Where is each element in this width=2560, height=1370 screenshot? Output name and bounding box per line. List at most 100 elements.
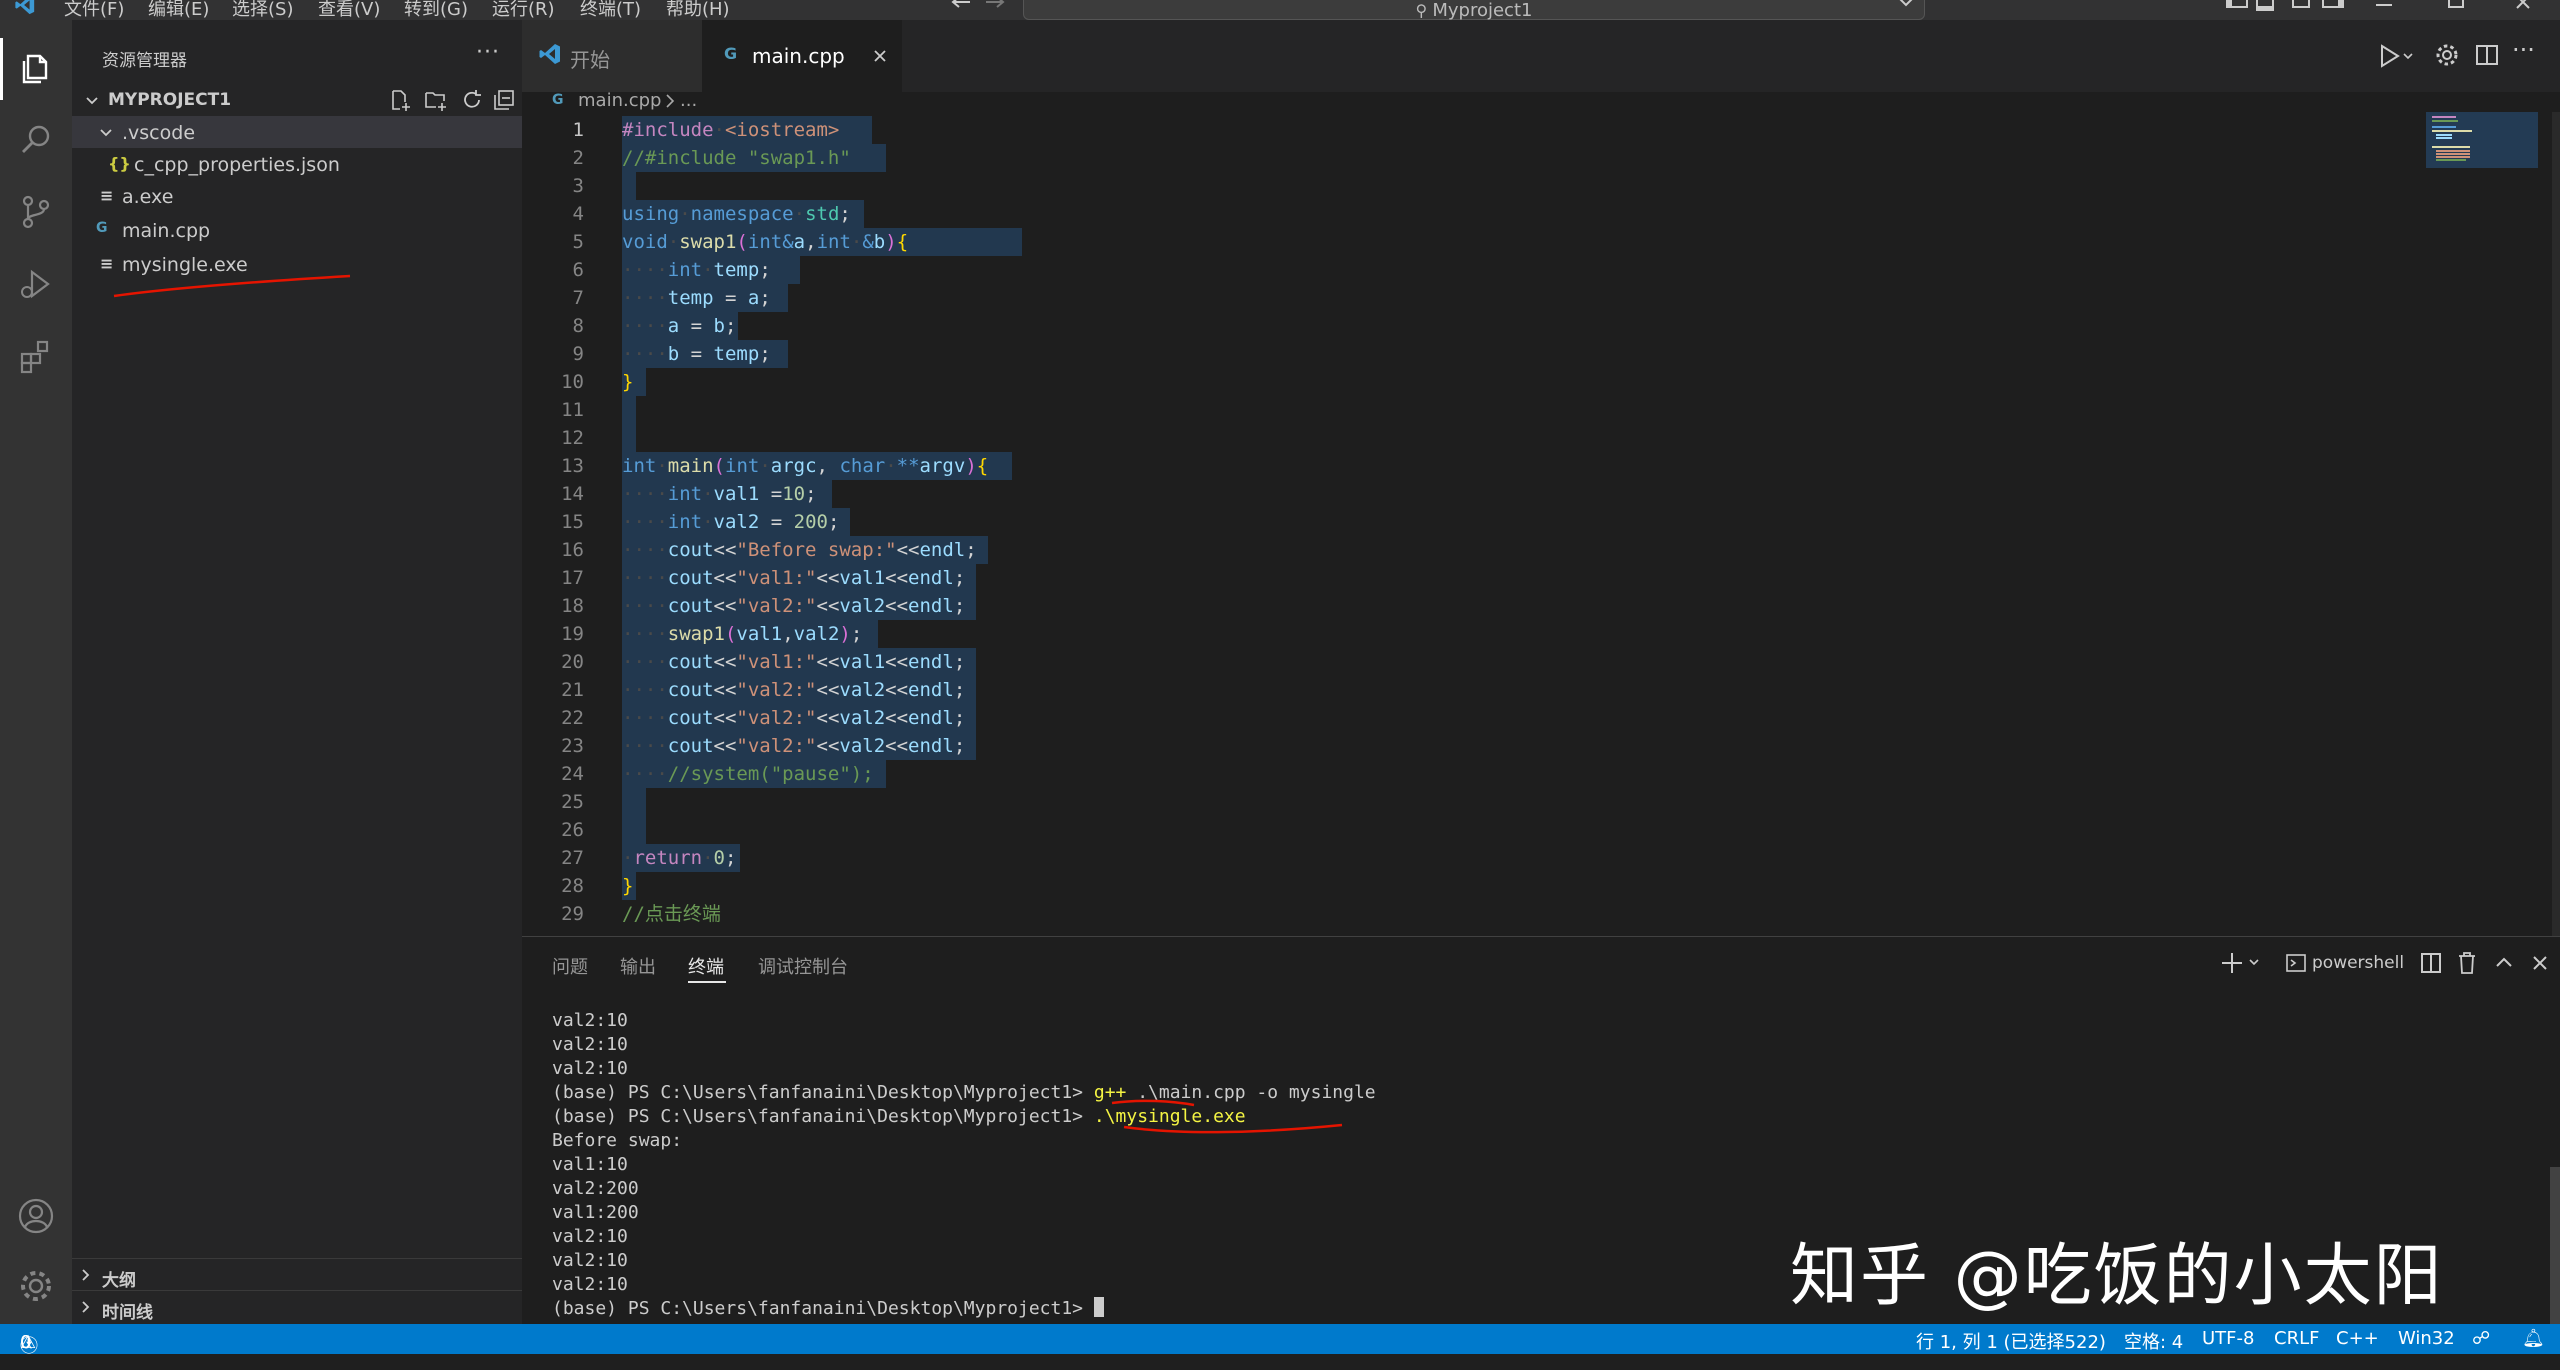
tree-file-main-cpp[interactable]: G main.cpp — [72, 214, 522, 246]
selection-highlight — [622, 396, 636, 424]
tab-main-cpp[interactable]: G main.cpp — [702, 20, 902, 92]
terminal-line: val1:200 — [552, 1202, 639, 1223]
tab-welcome[interactable]: 开始 — [522, 20, 702, 92]
line-number: 29 — [561, 903, 584, 925]
line-number: 2 — [572, 147, 584, 169]
minimize-icon[interactable] — [2376, 0, 2396, 16]
close-window-icon[interactable] — [2514, 0, 2534, 16]
chevron-down-icon — [86, 97, 98, 105]
cursor-position[interactable]: 行 1, 列 1 (已选择522) — [1916, 1328, 2106, 1354]
breadcrumb-file[interactable]: main.cpp — [578, 90, 661, 111]
line-number: 13 — [561, 455, 584, 477]
line-number: 28 — [561, 875, 584, 897]
code-line: ····temp = a; — [622, 287, 771, 309]
code-line: //#include "swap1.h" — [622, 147, 851, 169]
terminal-scrollbar[interactable] — [2550, 1167, 2560, 1325]
platform[interactable]: Win32 — [2398, 1328, 2455, 1349]
command-center[interactable]: ⚲ Myproject1 — [1023, 0, 1925, 20]
code-line: ····cout<<"val2:"<<val2<<endl; — [622, 707, 966, 729]
encoding[interactable]: UTF-8 — [2202, 1328, 2254, 1349]
more-actions-icon[interactable]: ··· — [2512, 36, 2535, 64]
forward-arrow-icon[interactable] — [984, 0, 1006, 12]
tree-item-label: a.exe — [122, 186, 174, 208]
menu-selection[interactable]: 选择(S) — [232, 0, 293, 20]
indentation[interactable]: 空格: 4 — [2124, 1328, 2183, 1354]
terminal-input-line[interactable]: (base) PS C:\Users\fanfanaini\Desktop\My… — [552, 1297, 1104, 1321]
menu-help[interactable]: 帮助(H) — [666, 0, 730, 20]
code-line: ·return·0; — [622, 847, 737, 869]
terminal-cursor — [1093, 1297, 1104, 1317]
code-line: } — [622, 371, 634, 393]
code-line: ····cout<<"val2:"<<val2<<endl; — [622, 679, 966, 701]
menu-run[interactable]: 运行(R) — [492, 0, 555, 20]
source-control-icon[interactable] — [14, 190, 58, 234]
panel-tab-debug-console[interactable]: 调试控制台 — [758, 953, 848, 979]
cpp-icon: G — [96, 220, 108, 236]
trash-icon[interactable] — [2456, 951, 2478, 975]
code-line: ····//system("pause"); — [622, 763, 874, 785]
tree-item-label: c_cpp_properties.json — [134, 154, 340, 176]
code-line: void·swap1(int&a,int·&b){ — [622, 231, 909, 253]
code-line: ····int·temp; — [622, 259, 771, 281]
menu-edit[interactable]: 编辑(E) — [148, 0, 209, 20]
terminal-shell-name[interactable]: powershell — [2312, 953, 2404, 973]
tree-folder-vscode[interactable]: .vscode — [72, 116, 522, 148]
split-terminal-icon[interactable] — [2420, 951, 2442, 975]
terminal-line: val2:10 — [552, 1010, 628, 1031]
code-line: ····int·val1 =10; — [622, 483, 817, 505]
new-folder-icon[interactable] — [424, 88, 448, 112]
menu-terminal[interactable]: 终端(T) — [580, 0, 641, 20]
language-mode[interactable]: C++ — [2336, 1328, 2379, 1349]
line-number: 6 — [572, 259, 584, 281]
collapse-all-icon[interactable] — [492, 88, 516, 112]
outline-section[interactable]: 大纲 — [72, 1258, 522, 1291]
settings-gear-icon[interactable] — [2434, 42, 2460, 68]
layout-secondary-icon[interactable] — [2292, 0, 2312, 16]
red-annotation-underline — [113, 274, 351, 298]
new-file-icon[interactable] — [388, 88, 412, 112]
refresh-icon[interactable] — [460, 88, 484, 112]
panel-tab-problems[interactable]: 问题 — [552, 953, 588, 979]
panel-tab-terminal[interactable]: 终端 — [688, 953, 724, 979]
menu-go[interactable]: 转到(G) — [404, 0, 468, 20]
feedback-icon[interactable]: ☍ — [2472, 1328, 2490, 1349]
project-header[interactable]: MYPROJECT1 — [78, 86, 518, 116]
notifications-bell-icon[interactable]: 🔔︎ — [2522, 1328, 2545, 1349]
menu-file[interactable]: 文件(F) — [64, 0, 124, 20]
restore-icon[interactable] — [2448, 0, 2468, 16]
back-arrow-icon[interactable] — [950, 0, 972, 12]
run-debug-icon[interactable] — [14, 262, 58, 306]
terminal-line: val2:10 — [552, 1058, 628, 1079]
search-icon[interactable] — [14, 118, 58, 162]
timeline-section[interactable]: 时间线 — [72, 1290, 522, 1323]
watermark: 知乎 @吃饭的小太阳 — [1790, 1237, 2444, 1316]
layout-custom-icon[interactable] — [2322, 0, 2344, 16]
code-line: int·main(int·argc, char·**argv){ — [622, 455, 989, 477]
minimap[interactable] — [2426, 112, 2560, 936]
more-actions-icon[interactable]: ··· — [476, 40, 500, 65]
close-tab-icon[interactable] — [872, 48, 888, 64]
close-panel-icon[interactable] — [2530, 953, 2550, 973]
line-number: 8 — [572, 315, 584, 337]
code-editor[interactable]: 1 2 3 4 5 6 7 8 9 10 11 12 13 14 15 16 17 18 19 20 21 22 23 24 2… — [522, 112, 2560, 936]
tree-file-a-exe[interactable]: ≡ a.exe — [72, 180, 522, 212]
tree-file-c-cpp-properties[interactable]: {} c_cpp_properties.json — [72, 148, 522, 180]
extensions-icon[interactable] — [14, 334, 58, 378]
split-editor-icon[interactable] — [2474, 42, 2500, 68]
layout-sidebar-icon[interactable] — [2226, 0, 2248, 16]
settings-gear-icon[interactable] — [14, 1264, 58, 1308]
account-icon[interactable] — [14, 1194, 58, 1238]
cpp-icon: G — [724, 44, 738, 63]
breadcrumb-symbol[interactable]: ... — [680, 90, 697, 111]
end-of-line[interactable]: CRLF — [2274, 1328, 2319, 1349]
line-number: 14 — [561, 483, 584, 505]
layout-panel-icon[interactable] — [2256, 0, 2276, 16]
selection-highlight — [622, 424, 636, 452]
new-terminal-icon[interactable] — [2222, 951, 2262, 975]
explorer-icon[interactable] — [14, 46, 58, 90]
panel-tab-output[interactable]: 输出 — [620, 953, 656, 979]
chevron-up-icon[interactable] — [2494, 953, 2514, 973]
run-code-icon[interactable] — [2376, 42, 2416, 70]
menu-view[interactable]: 查看(V) — [318, 0, 380, 20]
tab-label: main.cpp — [752, 44, 845, 68]
